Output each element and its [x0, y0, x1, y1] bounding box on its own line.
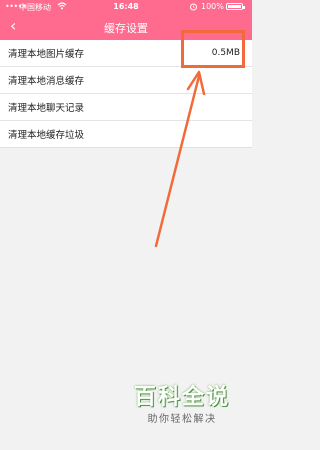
watermark: 百科全说 助你轻松解决 [122, 387, 242, 425]
watermark-logo-text: 百科全说 [133, 385, 230, 410]
watermark-slogan: 助你轻松解决 [147, 414, 217, 425]
annotation-arrow-icon [154, 70, 206, 248]
